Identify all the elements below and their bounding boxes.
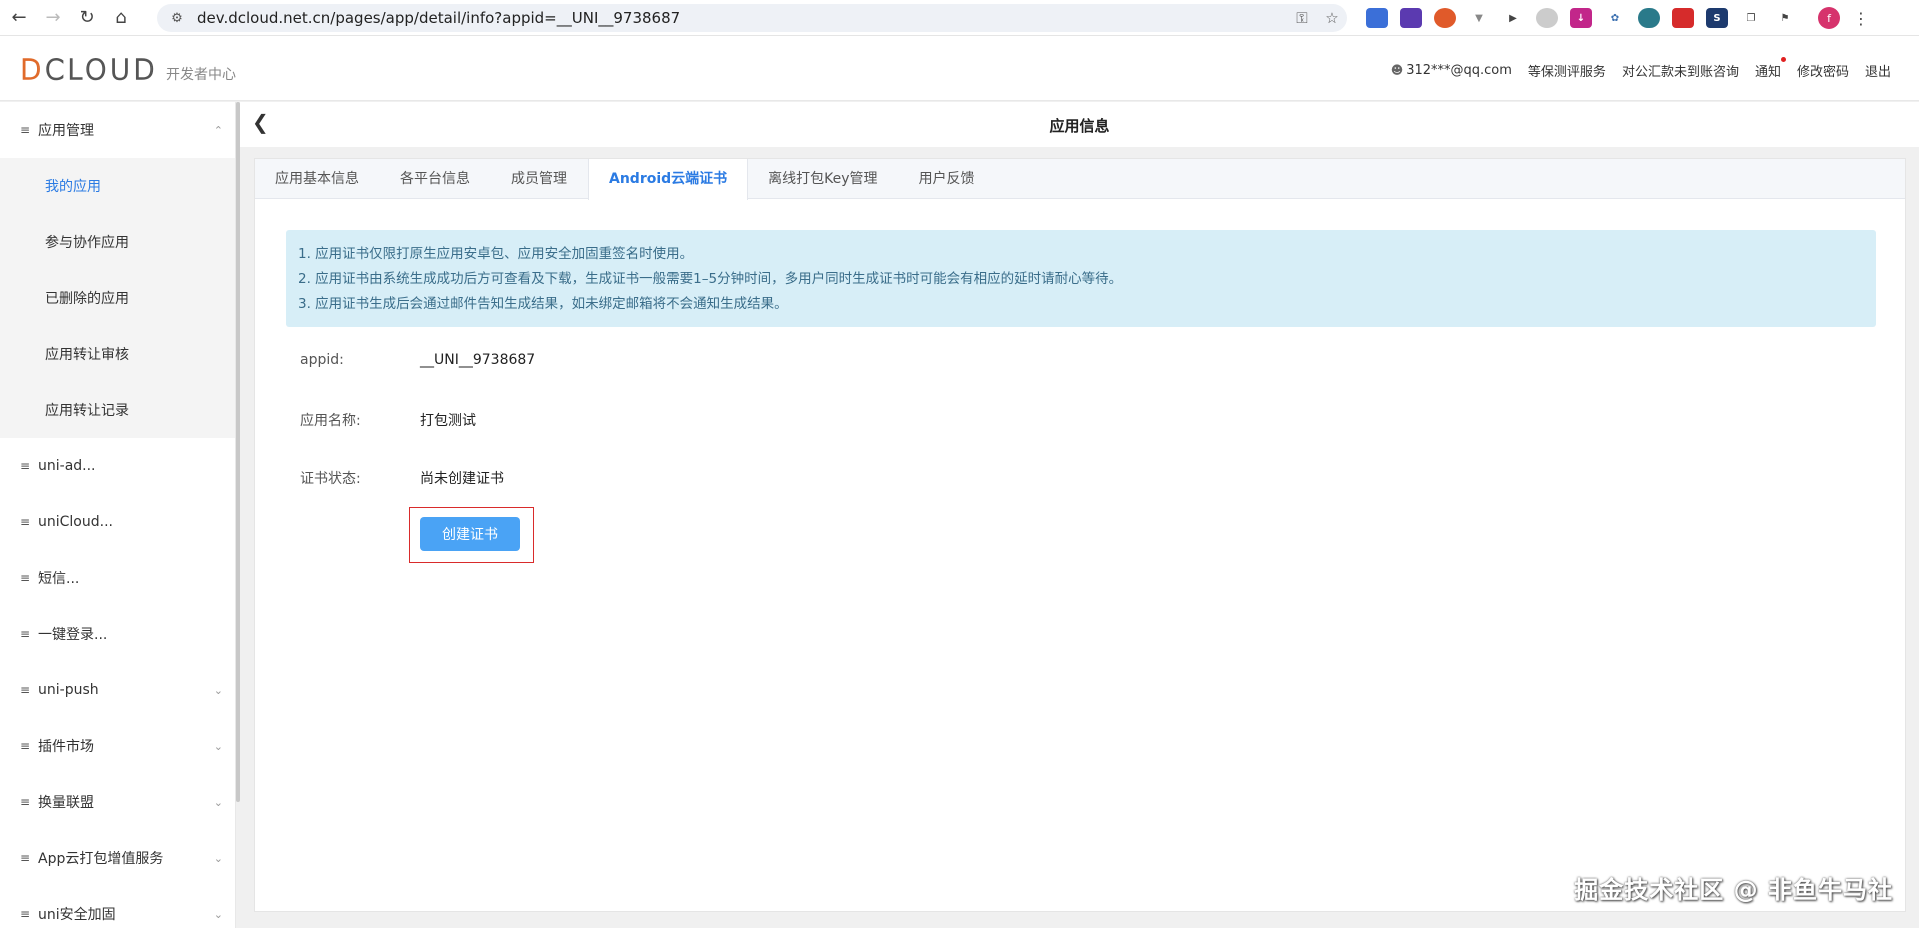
extension-icon[interactable] xyxy=(1638,8,1660,28)
link-change-password[interactable]: 修改密码 xyxy=(1797,61,1849,80)
sidebar-item-deleted-apps[interactable]: 已删除的应用 xyxy=(0,270,235,326)
logo-subtitle: 开发者中心 xyxy=(166,67,236,83)
horizontal-scrollbar[interactable] xyxy=(240,912,1919,928)
menu-cloud-build[interactable]: ≡ App云打包增值服务 ⌄ xyxy=(0,830,235,886)
site-info-icon[interactable]: ⚙ xyxy=(163,11,191,26)
forward-icon[interactable]: → xyxy=(38,3,68,33)
list-icon: ≡ xyxy=(20,739,31,753)
cert-status-value: 尚未创建证书 xyxy=(420,471,504,487)
bookmark-star-icon[interactable]: ☆ xyxy=(1317,9,1347,27)
reload-icon[interactable]: ↻ xyxy=(72,3,102,33)
watermark: 掘金技术社区 @ 非鱼牛马社 xyxy=(1574,876,1893,904)
list-icon: ≡ xyxy=(20,627,31,641)
list-icon: ≡ xyxy=(20,571,31,585)
sidebar: ≡ 应用管理 ⌃ 我的应用 参与协作应用 已删除的应用 应用转让审核 应用转让记… xyxy=(0,102,236,928)
link-logout[interactable]: 退出 xyxy=(1865,61,1891,80)
tab-member-management[interactable]: 成员管理 xyxy=(491,159,588,199)
user-icon: ☻ xyxy=(1390,63,1404,77)
menu-uni-push[interactable]: ≡ uni-push ⌄ xyxy=(0,662,235,718)
extension-icon[interactable] xyxy=(1536,8,1558,28)
sidebar-item-my-apps[interactable]: 我的应用 xyxy=(0,158,235,214)
user-account[interactable]: ☻ 312***@qq.com xyxy=(1375,63,1512,78)
link-notifications[interactable]: 通知 xyxy=(1755,57,1786,80)
chevron-up-icon: ⌃ xyxy=(213,123,223,137)
extension-icon[interactable] xyxy=(1434,8,1456,28)
create-cert-button[interactable]: 创建证书 xyxy=(420,517,520,551)
extension-icon[interactable]: ✿ xyxy=(1604,8,1626,28)
list-icon: ≡ xyxy=(20,459,31,473)
extension-icon[interactable]: ▶ xyxy=(1502,8,1524,28)
sidebar-item-collab-apps[interactable]: 参与协作应用 xyxy=(0,214,235,270)
tab-platform-info[interactable]: 各平台信息 xyxy=(380,159,491,199)
notice-line: 2. 应用证书由系统生成成功后方可查看及下载，生成证书一般需要1–5分钟时间，多… xyxy=(298,271,1123,287)
highlight-frame: 创建证书 xyxy=(409,507,534,563)
tab-offline-key[interactable]: 离线打包Key管理 xyxy=(748,159,898,199)
extension-icon[interactable] xyxy=(1672,8,1694,28)
back-icon[interactable]: ← xyxy=(4,3,34,33)
dcloud-logo[interactable]: DCLOUD xyxy=(19,52,158,86)
tab-basic-info[interactable]: 应用基本信息 xyxy=(255,159,380,199)
extension-icon[interactable] xyxy=(1400,8,1422,28)
top-links: ☻ 312***@qq.com 等保测评服务 对公汇款未到账咨询 通知 修改密码 … xyxy=(1359,57,1891,80)
menu-uni-security[interactable]: ≡ uni安全加固 ⌄ xyxy=(0,886,235,928)
menu-traffic-exchange[interactable]: ≡ 换量联盟 ⌄ xyxy=(0,774,235,830)
extension-icon[interactable] xyxy=(1366,8,1388,28)
app-name-label: 应用名称: xyxy=(300,413,361,429)
sidebar-item-transfer-records[interactable]: 应用转让记录 xyxy=(0,382,235,438)
cert-status-label: 证书状态: xyxy=(300,471,361,487)
notice-line: 1. 应用证书仅限打原生应用安卓包、应用安全加固重签名时使用。 xyxy=(298,246,694,262)
menu-uni-ad[interactable]: ≡ uni-ad... xyxy=(0,438,235,494)
extension-icon[interactable]: ❐ xyxy=(1740,8,1762,28)
link-security-assessment[interactable]: 等保测评服务 xyxy=(1528,61,1606,80)
menu-app-management[interactable]: ≡ 应用管理 ⌃ xyxy=(0,102,235,158)
page-title-bar: ❮ 应用信息 xyxy=(240,102,1919,147)
info-notice: 1. 应用证书仅限打原生应用安卓包、应用安全加固重签名时使用。 2. 应用证书由… xyxy=(286,230,1876,327)
list-icon: ≡ xyxy=(20,907,31,921)
more-menu-icon[interactable]: ⋮ xyxy=(1850,9,1872,28)
browser-toolbar: ← → ↻ ⌂ ⚙ dev.dcloud.net.cn/pages/app/de… xyxy=(0,0,1919,36)
site-header: DCLOUD 开发者中心 ☻ 312***@qq.com 等保测评服务 对公汇款未… xyxy=(0,36,1919,101)
menu-plugin-market[interactable]: ≡ 插件市场 ⌄ xyxy=(0,718,235,774)
list-icon: ≡ xyxy=(20,683,31,697)
extension-icon[interactable]: ▼ xyxy=(1468,8,1490,28)
password-key-icon[interactable]: ⚿ xyxy=(1287,9,1317,27)
tab-user-feedback[interactable]: 用户反馈 xyxy=(899,159,996,199)
chevron-down-icon: ⌄ xyxy=(213,739,223,753)
url-text[interactable]: dev.dcloud.net.cn/pages/app/detail/info?… xyxy=(197,9,1287,27)
chevron-down-icon: ⌄ xyxy=(213,907,223,921)
chevron-down-icon: ⌄ xyxy=(213,795,223,809)
tab-bar: 应用基本信息 各平台信息 成员管理 Android云端证书 离线打包Key管理 … xyxy=(255,159,1905,200)
extension-icon[interactable]: ↓ xyxy=(1570,8,1592,28)
home-icon[interactable]: ⌂ xyxy=(106,3,136,33)
notice-line: 3. 应用证书生成后会通过邮件告知生成结果，如未绑定邮箱将不会通知生成结果。 xyxy=(298,296,788,312)
page-title: 应用信息 xyxy=(1049,117,1110,135)
extension-icon[interactable]: S xyxy=(1706,8,1728,28)
sidebar-scrollbar[interactable] xyxy=(236,102,240,802)
address-bar[interactable]: ⚙ dev.dcloud.net.cn/pages/app/detail/inf… xyxy=(157,4,1347,32)
tab-android-cert[interactable]: Android云端证书 xyxy=(588,159,749,200)
sidebar-item-transfer-review[interactable]: 应用转让审核 xyxy=(0,326,235,382)
appid-value: __UNI__9738687 xyxy=(420,352,536,368)
list-icon: ≡ xyxy=(20,795,31,809)
chevron-down-icon: ⌄ xyxy=(213,683,223,697)
menu-sms[interactable]: ≡ 短信... xyxy=(0,550,235,606)
app-management-submenu: 我的应用 参与协作应用 已删除的应用 应用转让审核 应用转让记录 xyxy=(0,158,235,438)
list-icon: ≡ xyxy=(20,851,31,865)
puzzle-icon[interactable]: ⚑ xyxy=(1774,8,1796,28)
chevron-down-icon: ⌄ xyxy=(213,851,223,865)
app-name-value: 打包测试 xyxy=(420,413,476,429)
list-icon: ≡ xyxy=(20,123,31,137)
menu-one-click-login[interactable]: ≡ 一键登录... xyxy=(0,606,235,662)
list-icon: ≡ xyxy=(20,515,31,529)
extensions-bar: ▼ ▶ ↓ ✿ S ❐ ⚑ f ⋮ xyxy=(1360,4,1872,32)
content-panel: 应用基本信息 各平台信息 成员管理 Android云端证书 离线打包Key管理 … xyxy=(254,158,1906,912)
menu-unicloud[interactable]: ≡ uniCloud... xyxy=(0,494,235,550)
link-remittance-inquiry[interactable]: 对公汇款未到账咨询 xyxy=(1622,61,1739,80)
profile-avatar[interactable]: f xyxy=(1818,7,1840,29)
appid-label: appid: xyxy=(300,352,344,368)
